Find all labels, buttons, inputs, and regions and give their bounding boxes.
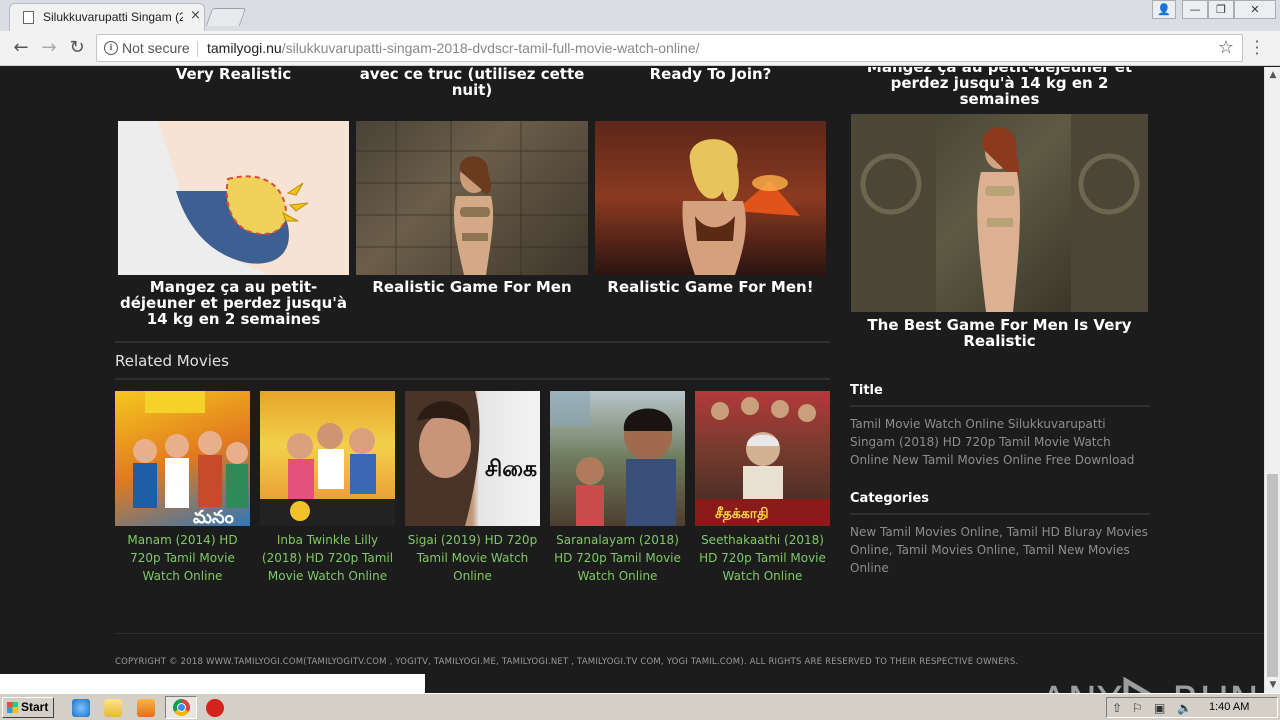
ad-title[interactable]: Realistic Game For Men	[356, 279, 588, 295]
taskbar: Start ⇧ ⚐ ▣ 🔈 1:40 AM	[0, 693, 1280, 720]
ad-image[interactable]	[356, 121, 588, 275]
section-divider	[850, 405, 1150, 407]
sidebar-title-text: Tamil Movie Watch Online Silukkuvarupatt…	[850, 417, 1135, 467]
profile-button[interactable]: 👤	[1152, 0, 1176, 19]
browser-toolbar: ← → ↻ i Not secure tamilyogi.nu/silukkuv…	[0, 31, 1280, 66]
chrome-icon	[173, 699, 190, 716]
volume-icon[interactable]: 🔈	[1177, 701, 1192, 715]
scroll-down-icon[interactable]: ▼	[1265, 677, 1280, 693]
ad-title[interactable]: Mangez ça au petit-déjeuner et perdez ju…	[118, 279, 349, 327]
tray-expand-icon[interactable]: ⇧	[1112, 701, 1122, 715]
address-bar[interactable]: i Not secure tamilyogi.nu/silukkuvarupat…	[96, 34, 1243, 62]
browser-menu-icon[interactable]: · · ·	[1252, 34, 1262, 62]
page-scrollbar[interactable]: ▲ ▼	[1264, 67, 1280, 693]
start-button[interactable]: Start	[2, 697, 54, 718]
ad-image[interactable]	[851, 114, 1148, 312]
footer-divider	[115, 633, 1263, 634]
flag-icon[interactable]: ⚐	[1132, 701, 1143, 715]
ad-title[interactable]: Mangez ça au petit-déjeuner et perdez ju…	[851, 67, 1148, 107]
ad-image[interactable]	[118, 121, 349, 275]
scroll-thumb[interactable]	[1267, 474, 1278, 677]
movie-poster[interactable]: சீதக்காதி	[695, 391, 830, 526]
browser-tab[interactable]: Silukkuvarupatti Singam (20 ×	[9, 3, 205, 31]
browser-titlebar: Silukkuvarupatti Singam (20 × 👤 — ❐ ✕	[0, 0, 1280, 31]
movie-title-link[interactable]: Sigai (2019) HD 720p Tamil Movie Watch O…	[403, 531, 542, 585]
ad-title[interactable]: Realistic Game For Men!	[595, 279, 826, 295]
anyrun-watermark: ANY RUN	[1040, 677, 1259, 693]
chrome-task-button[interactable]	[165, 696, 197, 719]
movie-title-link[interactable]: Saranalayam (2018) HD 720p Tamil Movie W…	[548, 531, 687, 585]
close-window-button[interactable]: ✕	[1234, 0, 1276, 19]
movie-poster[interactable]	[260, 391, 395, 526]
ad-title[interactable]: The Best Game For Men Is Very Realistic	[851, 317, 1148, 349]
footer-copyright: COPYRIGHT © 2018 WWW.TAMILYOGI.COM(TAMIL…	[115, 657, 1019, 667]
media-player-icon[interactable]	[137, 699, 155, 717]
folder-icon[interactable]	[104, 699, 122, 717]
page-content: Very Realistic avec ce truc (utilisez ce…	[0, 67, 1264, 693]
windows-flag-icon	[7, 702, 18, 713]
section-divider	[850, 513, 1150, 515]
security-label[interactable]: Not secure	[122, 40, 190, 56]
play-logo-icon	[1123, 677, 1152, 693]
address-separator	[197, 41, 198, 57]
url-host: tamilyogi.nu	[207, 40, 282, 56]
poster-title-text: మనం	[193, 507, 234, 526]
forward-arrow-icon[interactable]: →	[37, 37, 61, 59]
back-arrow-icon[interactable]: ←	[9, 37, 33, 59]
start-label: Start	[21, 700, 49, 714]
movie-title-link[interactable]: Inba Twinkle Lilly (2018) HD 720p Tamil …	[258, 531, 397, 585]
poster-title-text: சீதக்காதி	[715, 506, 769, 523]
tab-title: Silukkuvarupatti Singam (20	[43, 10, 183, 24]
tab-close-icon[interactable]: ×	[190, 8, 201, 23]
system-tray: ⇧ ⚐ ▣ 🔈 1:40 AM	[1106, 697, 1278, 718]
minimize-button[interactable]: —	[1182, 0, 1208, 19]
taskbar-clock[interactable]: 1:40 AM	[1209, 701, 1249, 713]
watermark-text-right: RUN	[1172, 679, 1259, 693]
url-path: /silukkuvarupatti-singam-2018-dvdscr-tam…	[281, 40, 700, 56]
bookmark-star-icon[interactable]: ☆	[1218, 37, 1234, 58]
movie-poster[interactable]: சிகை	[405, 391, 540, 526]
ad-title[interactable]: Very Realistic	[118, 67, 349, 82]
movie-title-link[interactable]: Manam (2014) HD 720p Tamil Movie Watch O…	[113, 531, 252, 585]
ad-title[interactable]: Ready To Join?	[595, 67, 826, 82]
sidebar-categories-links[interactable]: New Tamil Movies Online, Tamil HD Bluray…	[850, 523, 1150, 577]
status-bubble	[0, 674, 425, 693]
new-tab-button[interactable]	[205, 8, 247, 26]
ad-title[interactable]: avec ce truc (utilisez cette nuit)	[356, 67, 588, 98]
maximize-button[interactable]: ❐	[1208, 0, 1234, 19]
movie-title-link[interactable]: Seethakaathi (2018) HD 720p Tamil Movie …	[693, 531, 832, 585]
scroll-up-icon[interactable]: ▲	[1265, 67, 1280, 83]
section-divider	[115, 341, 830, 343]
poster-title-text: சிகை	[485, 457, 537, 482]
page-favicon-icon	[23, 11, 34, 24]
sidebar-categories-heading: Categories	[850, 491, 930, 506]
movie-poster[interactable]	[550, 391, 685, 526]
ad-image[interactable]	[595, 121, 826, 275]
internet-explorer-icon[interactable]	[72, 699, 90, 717]
section-divider	[115, 378, 830, 380]
movie-poster[interactable]: మనం	[115, 391, 250, 526]
network-icon[interactable]: ▣	[1154, 701, 1165, 715]
sidebar-title-heading: Title	[850, 383, 883, 398]
url-text[interactable]: tamilyogi.nu/silukkuvarupatti-singam-201…	[207, 40, 700, 56]
opera-icon[interactable]	[206, 699, 224, 717]
info-icon[interactable]: i	[104, 41, 118, 55]
related-movies-heading: Related Movies	[115, 352, 229, 370]
reload-icon[interactable]: ↻	[65, 37, 89, 59]
watermark-text-left: ANY	[1040, 679, 1122, 693]
